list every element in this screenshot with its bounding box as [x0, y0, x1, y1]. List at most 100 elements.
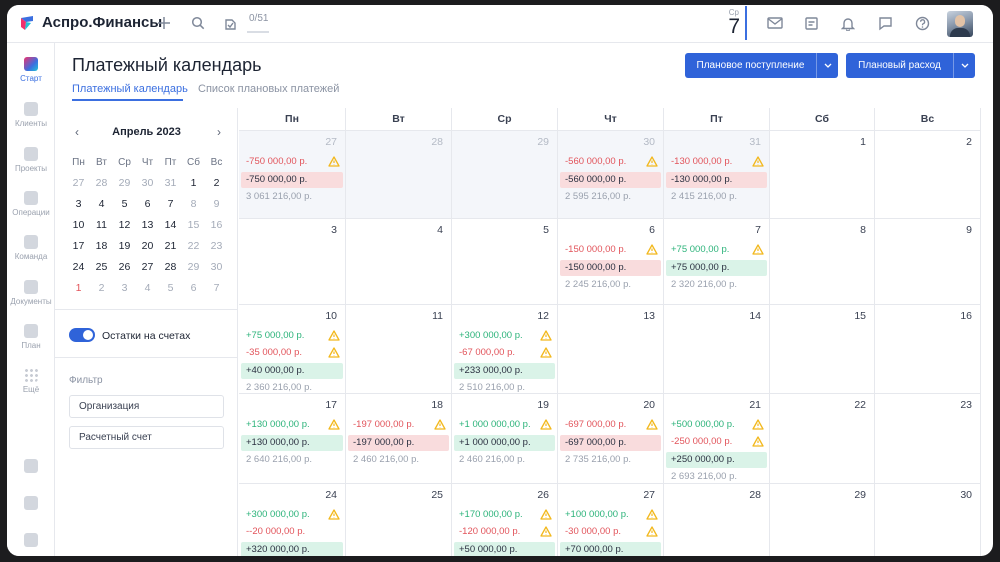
mini-calendar-day[interactable]: 29: [113, 173, 136, 194]
calendar-day-cell[interactable]: 10 +75 000,00 р. -35 000,00 р. +40 000,00 р…: [239, 305, 346, 394]
mini-calendar-day[interactable]: 5: [113, 194, 136, 215]
nav-item-projects[interactable]: Проекты: [7, 147, 55, 173]
nav-item-start[interactable]: Старт: [7, 57, 55, 83]
calendar-day-cell[interactable]: 9: [875, 219, 981, 305]
mini-calendar-day[interactable]: 14: [159, 215, 182, 236]
chat-icon[interactable]: [875, 13, 895, 33]
mini-calendar-day[interactable]: 4: [90, 194, 113, 215]
planned-expense-entry[interactable]: -750 000,00 р.: [246, 155, 307, 169]
mini-calendar-day[interactable]: 16: [205, 215, 228, 236]
calendar-day-cell[interactable]: 3: [239, 219, 346, 305]
nav-item-team[interactable]: Команда: [7, 235, 55, 261]
mini-calendar-day[interactable]: 28: [90, 173, 113, 194]
organization-filter[interactable]: Организация: [69, 395, 224, 418]
mini-calendar-day[interactable]: 20: [136, 236, 159, 257]
chevron-right-icon[interactable]: ›: [217, 125, 221, 139]
mini-calendar-day[interactable]: 31: [159, 173, 182, 194]
planned-income-entry[interactable]: +130 000,00 р.: [246, 418, 310, 432]
task-check-icon[interactable]: [220, 13, 240, 33]
account-filter[interactable]: Расчетный счет: [69, 426, 224, 449]
planned-income-entry[interactable]: +500 000,00 р.: [671, 418, 735, 432]
mini-calendar-day[interactable]: 8: [182, 194, 205, 215]
mini-calendar-day[interactable]: 6: [136, 194, 159, 215]
calendar-day-cell[interactable]: 19 +1 000 000,00 р. +1 000 000,00 р. 2 460 …: [452, 394, 558, 484]
mini-calendar-day[interactable]: 26: [113, 257, 136, 278]
chevron-down-icon[interactable]: [816, 53, 838, 78]
planned-expense-entry[interactable]: -250 000,00 р.: [671, 435, 732, 449]
nav-item-documents[interactable]: Документы: [7, 280, 55, 306]
planned-expense-entry[interactable]: -197 000,00 р.: [353, 418, 414, 432]
mini-calendar-day[interactable]: 24: [67, 257, 90, 278]
mini-calendar-day[interactable]: 22: [182, 236, 205, 257]
mini-calendar-day[interactable]: 13: [136, 215, 159, 236]
mini-calendar-day[interactable]: 2: [90, 278, 113, 299]
mini-calendar-day[interactable]: 9: [205, 194, 228, 215]
calendar-day-cell[interactable]: 23: [875, 394, 981, 484]
planned-expense-entry[interactable]: --20 000,00 р.: [246, 525, 305, 539]
tab-planned-payments-list[interactable]: Список плановых платежей: [198, 83, 339, 95]
chevron-down-icon[interactable]: [953, 53, 975, 78]
nav-bottom-item-3[interactable]: [7, 533, 55, 547]
planned-expense-entry[interactable]: -35 000,00 р.: [246, 346, 302, 360]
mail-icon[interactable]: [765, 13, 785, 33]
mini-calendar-day[interactable]: 25: [90, 257, 113, 278]
planned-income-entry[interactable]: +1 000 000,00 р.: [459, 418, 531, 432]
mini-calendar-day[interactable]: 19: [113, 236, 136, 257]
nav-item-more[interactable]: Ещё: [7, 368, 55, 394]
planned-income-button[interactable]: Плановое поступление: [685, 53, 838, 78]
mini-calendar-day[interactable]: 11: [90, 215, 113, 236]
calendar-day-cell[interactable]: 14: [664, 305, 770, 394]
planned-expense-button[interactable]: Плановый расход: [846, 53, 975, 78]
calendar-day-cell[interactable]: 25: [346, 484, 452, 556]
planned-expense-entry[interactable]: -560 000,00 р.: [565, 155, 626, 169]
calendar-day-cell[interactable]: 2: [875, 131, 981, 219]
mini-calendar-day[interactable]: 29: [182, 257, 205, 278]
mini-calendar-day[interactable]: 1: [182, 173, 205, 194]
calendar-day-cell[interactable]: 31 -130 000,00 р. -130 000,00 р. 2 415 216,…: [664, 131, 770, 219]
calendar-day-cell[interactable]: 17 +130 000,00 р. +130 000,00 р. 2 640 216,…: [239, 394, 346, 484]
mini-calendar-day[interactable]: 12: [113, 215, 136, 236]
mini-calendar-day[interactable]: 2: [205, 173, 228, 194]
mini-calendar-day[interactable]: 5: [159, 278, 182, 299]
calendar-day-cell[interactable]: 20 -697 000,00 р. -697 000,00 р. 2 735 216,…: [558, 394, 664, 484]
help-icon[interactable]: [912, 13, 932, 33]
calendar-day-cell[interactable]: 26 +170 000,00 р. -120 000,00 р. +50 000,00…: [452, 484, 558, 556]
mini-calendar-day[interactable]: 18: [90, 236, 113, 257]
planned-expense-entry[interactable]: -67 000,00 р.: [459, 346, 515, 360]
plus-icon[interactable]: [154, 13, 174, 33]
calendar-day-cell[interactable]: 28: [346, 131, 452, 219]
calendar-day-cell[interactable]: 21 +500 000,00 р. -250 000,00 р. +250 000,0…: [664, 394, 770, 484]
mini-calendar-day[interactable]: 7: [159, 194, 182, 215]
calendar-day-cell[interactable]: 7 +75 000,00 р. +75 000,00 р. 2 320 216,00 …: [664, 219, 770, 305]
calendar-day-cell[interactable]: 13: [558, 305, 664, 394]
calendar-day-cell[interactable]: 29: [452, 131, 558, 219]
planned-expense-entry[interactable]: -30 000,00 р.: [565, 525, 621, 539]
mini-calendar-day[interactable]: 27: [136, 257, 159, 278]
mini-calendar-day[interactable]: 28: [159, 257, 182, 278]
planned-expense-entry[interactable]: -697 000,00 р.: [565, 418, 626, 432]
app-title[interactable]: Аспро.Финансы: [42, 14, 162, 31]
user-avatar[interactable]: [947, 11, 973, 37]
mini-calendar-day[interactable]: 3: [67, 194, 90, 215]
aspro-logo-icon[interactable]: [19, 15, 35, 31]
calendar-day-cell[interactable]: 30: [875, 484, 981, 556]
mini-calendar-day[interactable]: 3: [113, 278, 136, 299]
mini-calendar-day[interactable]: 15: [182, 215, 205, 236]
planned-income-entry[interactable]: +300 000,00 р.: [459, 329, 523, 343]
planned-income-entry[interactable]: +170 000,00 р.: [459, 508, 523, 522]
planned-expense-entry[interactable]: -130 000,00 р.: [671, 155, 732, 169]
planned-expense-entry[interactable]: -120 000,00 р.: [459, 525, 520, 539]
calendar-day-cell[interactable]: 22: [770, 394, 875, 484]
search-icon[interactable]: [188, 13, 208, 33]
mini-calendar-day[interactable]: 27: [67, 173, 90, 194]
calendar-day-cell[interactable]: 4: [346, 219, 452, 305]
calendar-day-cell[interactable]: 27 +100 000,00 р. -30 000,00 р. +70 000,00 …: [558, 484, 664, 556]
nav-item-operations[interactable]: Операции: [7, 191, 55, 217]
nav-item-plan[interactable]: План: [7, 324, 55, 350]
calendar-day-cell[interactable]: 11: [346, 305, 452, 394]
planned-expense-entry[interactable]: -150 000,00 р.: [565, 243, 626, 257]
balances-toggle[interactable]: [69, 328, 95, 342]
planned-income-entry[interactable]: +75 000,00 р.: [246, 329, 304, 343]
calendar-day-cell[interactable]: 16: [875, 305, 981, 394]
calendar-day-cell[interactable]: 15: [770, 305, 875, 394]
